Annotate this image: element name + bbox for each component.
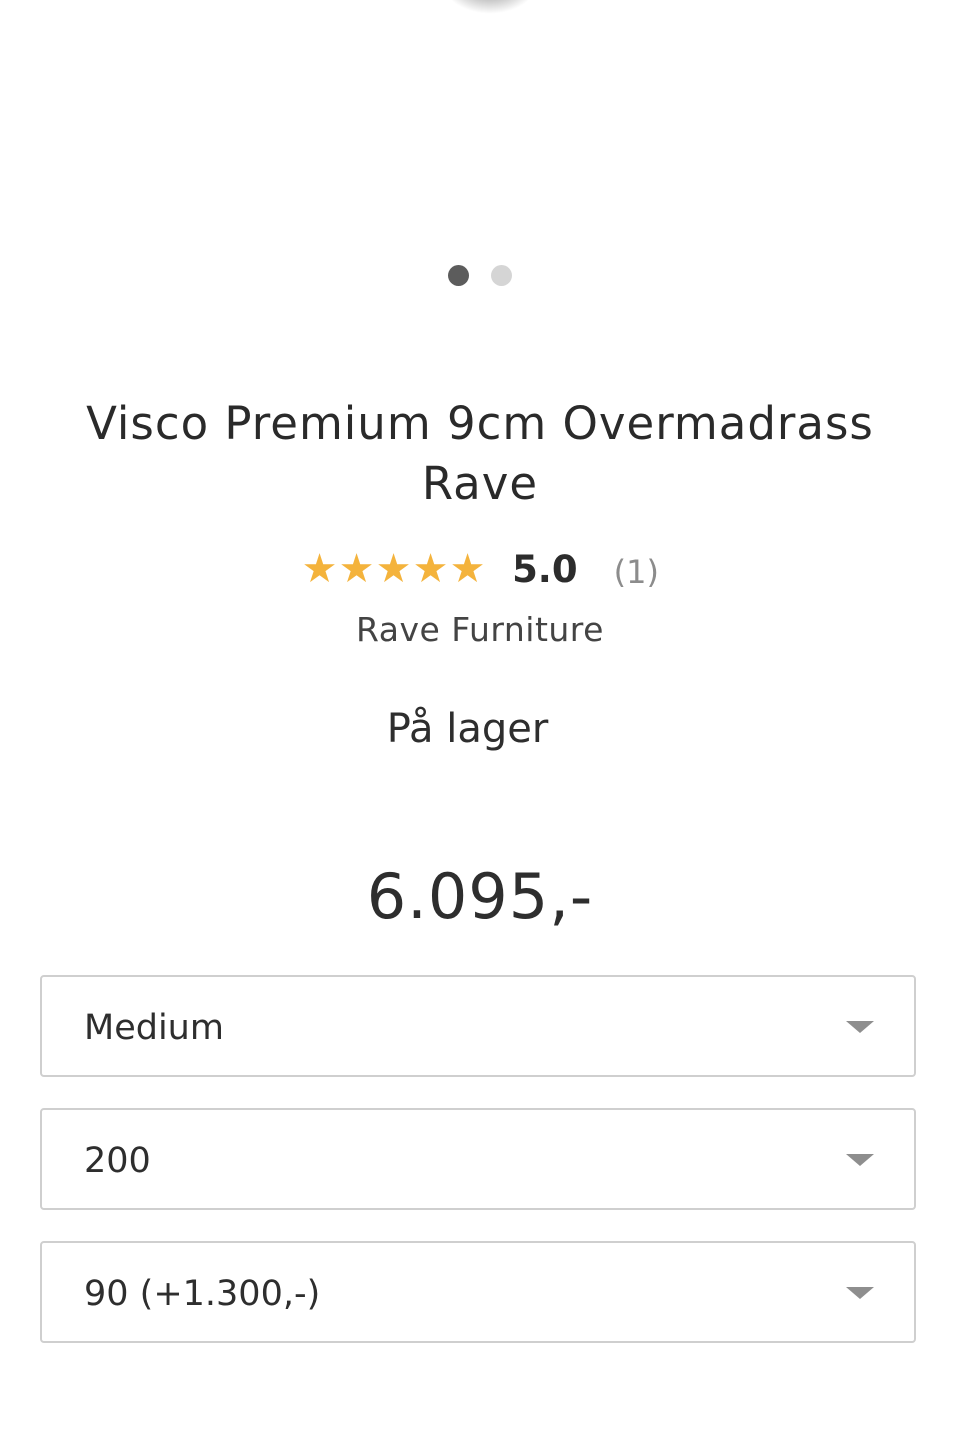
star-icon: ★ bbox=[338, 546, 375, 592]
product-title: Visco Premium 9cm Overmadrass Rave bbox=[86, 397, 874, 510]
chevron-down-icon bbox=[846, 1287, 874, 1299]
star-icon: ★ bbox=[449, 546, 486, 592]
star-icon: ★ bbox=[375, 546, 412, 592]
chevron-down-icon bbox=[846, 1021, 874, 1033]
brand-name[interactable]: Rave Furniture bbox=[0, 610, 960, 649]
carousel-pagination bbox=[0, 265, 960, 286]
length-select[interactable]: 200 bbox=[40, 1108, 916, 1210]
product-rating[interactable]: ★ ★ ★ ★ ★ 5.0 (1) bbox=[0, 545, 960, 593]
product-page: Visco Premium 9cm Overmadrass Rave ★ ★ ★… bbox=[0, 0, 960, 1440]
review-count[interactable]: (1) bbox=[614, 553, 659, 591]
product-price: 6.095,- bbox=[366, 860, 594, 933]
star-icon: ★ bbox=[301, 546, 338, 592]
width-select-value: 90 (+1.300,-) bbox=[84, 1274, 321, 1314]
firmness-select-value: Medium bbox=[84, 1008, 224, 1048]
stock-status: På lager bbox=[386, 706, 549, 752]
width-select[interactable]: 90 (+1.300,-) bbox=[40, 1241, 916, 1343]
length-select-value: 200 bbox=[84, 1141, 151, 1181]
firmness-select[interactable]: Medium bbox=[40, 975, 916, 1077]
rating-value: 5.0 bbox=[512, 547, 578, 591]
carousel-dot-1[interactable] bbox=[448, 265, 469, 286]
star-icon: ★ bbox=[412, 546, 449, 592]
product-image bbox=[440, 0, 540, 14]
carousel-dot-2[interactable] bbox=[491, 265, 512, 286]
rating-stars: ★ ★ ★ ★ ★ bbox=[301, 545, 486, 593]
chevron-down-icon bbox=[846, 1154, 874, 1166]
product-image-carousel[interactable] bbox=[0, 0, 960, 240]
